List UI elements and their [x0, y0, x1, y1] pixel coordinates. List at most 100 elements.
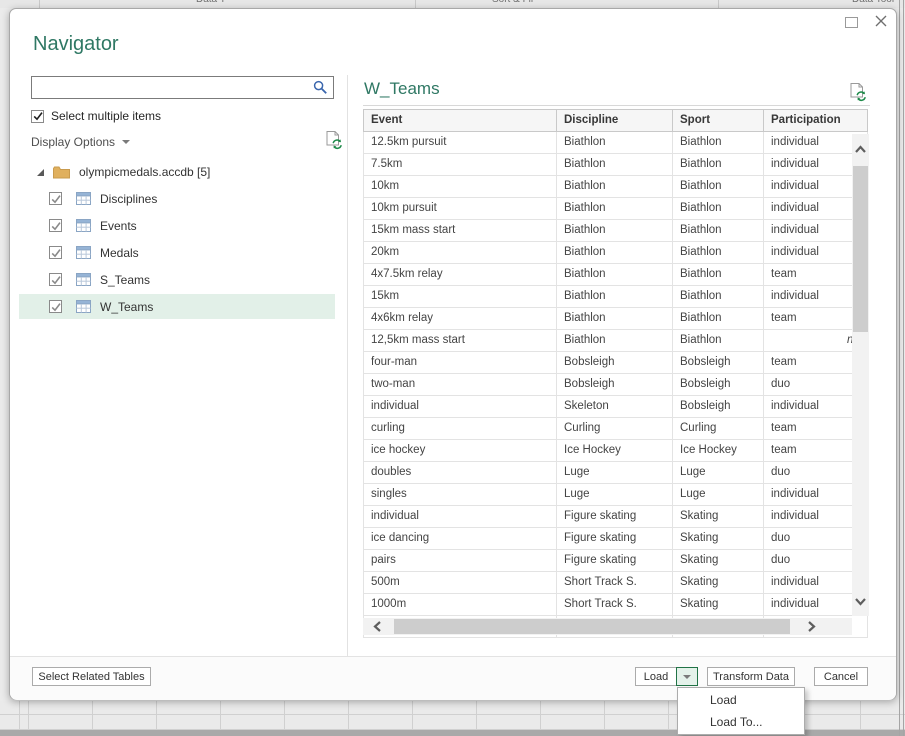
tree-item-checkbox[interactable] [49, 219, 62, 232]
tree-item-label: S_Teams [100, 273, 150, 287]
vertical-scroll-thumb[interactable] [853, 166, 868, 332]
search-input[interactable] [38, 78, 314, 99]
checkmark-icon [51, 275, 61, 285]
table-cell: Skeleton [557, 396, 673, 417]
maximize-icon [845, 17, 858, 28]
vertical-scrollbar[interactable] [852, 134, 869, 616]
table-cell: pairs [364, 550, 557, 571]
table-cell: 15km mass start [364, 220, 557, 241]
tree-item-checkbox[interactable] [49, 273, 62, 286]
search-box[interactable] [31, 76, 334, 99]
refresh-preview-button[interactable] [325, 130, 343, 155]
tree-item-events[interactable]: Events [19, 213, 335, 238]
table-cell: Ice Hockey [557, 440, 673, 461]
table-cell: individual [364, 506, 557, 527]
tree-list: Disciplines Events Medals S_Teams W_Teams [10, 186, 347, 326]
table-cell: Figure skating [557, 506, 673, 527]
expand-collapse-icon[interactable] [36, 168, 45, 177]
tree-item-medals[interactable]: Medals [19, 240, 335, 265]
table-cell: 12.5km pursuit [364, 132, 557, 153]
load-button[interactable]: Load [635, 667, 677, 686]
horizontal-scrollbar[interactable] [363, 618, 852, 635]
refresh-preview-button[interactable] [849, 82, 867, 107]
tree-item-label: Disciplines [100, 192, 157, 206]
table-cell: four-man [364, 352, 557, 373]
table-icon [76, 192, 91, 205]
table-cell: 4x7.5km relay [364, 264, 557, 285]
table-cell: 4x6km relay [364, 308, 557, 329]
table-cell: Figure skating [557, 550, 673, 571]
table-cell: Biathlon [557, 308, 673, 329]
table-row: 10kmBiathlonBiathlonindividual [364, 176, 868, 198]
table-cell: Ice Hockey [673, 440, 764, 461]
tree-item-disciplines[interactable]: Disciplines [19, 186, 335, 211]
horizontal-scroll-thumb[interactable] [394, 619, 790, 634]
table-row: ice dancingFigure skatingSkatingduo [364, 528, 868, 550]
ribbon-group-label: Sort & Fil [492, 0, 533, 5]
select-multiple-row[interactable]: Select multiple items [31, 109, 161, 123]
menu-item-load[interactable]: Load [678, 689, 804, 711]
folder-icon [53, 166, 70, 179]
checkmark-icon [51, 194, 61, 204]
table-row: 1000mShort Track S.Skatingindividual [364, 594, 868, 616]
table-row: 500mShort Track S.Skatingindividual [364, 572, 868, 594]
table-cell: Curling [673, 418, 764, 439]
table-cell: Bobsleigh [673, 352, 764, 373]
scroll-up-icon[interactable] [854, 141, 867, 159]
table-cell: Biathlon [557, 154, 673, 175]
transform-data-button[interactable]: Transform Data [707, 667, 795, 686]
screen: Data T Sort & Fil Data Tool Navigator [0, 0, 905, 736]
table-cell: individual [364, 396, 557, 417]
search-icon[interactable] [313, 80, 328, 100]
grid-header-row: EventDisciplineSportParticipation [363, 109, 868, 132]
table-row: two-manBobsleighBobsleighduo [364, 374, 868, 396]
chevron-down-icon [122, 140, 130, 144]
table-cell: Figure skating [557, 528, 673, 549]
table-row: 15kmBiathlonBiathlonindividual [364, 286, 868, 308]
tree-item-label: Medals [100, 246, 139, 260]
table-cell: Biathlon [673, 176, 764, 197]
table-row: 12,5km mass startBiathlonBiathlonnull [364, 330, 868, 352]
select-multiple-checkbox[interactable] [31, 110, 44, 123]
table-cell: Biathlon [557, 242, 673, 263]
table-row: pairsFigure skatingSkatingduo [364, 550, 868, 572]
table-row: 4x7.5km relayBiathlonBiathlonteam [364, 264, 868, 286]
table-cell: Biathlon [557, 132, 673, 153]
table-cell: 15km [364, 286, 557, 307]
table-cell: Biathlon [557, 198, 673, 219]
display-options-dropdown[interactable]: Display Options [31, 135, 130, 149]
table-row: 15km mass startBiathlonBiathlonindividua… [364, 220, 868, 242]
load-split-arrow-button[interactable] [676, 667, 698, 686]
close-button[interactable] [872, 12, 890, 30]
scroll-left-icon[interactable] [373, 620, 382, 638]
tree-root-database[interactable]: olympicmedals.accdb [5] [10, 161, 210, 183]
table-cell: 1000m [364, 594, 557, 615]
scroll-down-icon[interactable] [854, 593, 867, 611]
table-row: individualFigure skatingSkatingindividua… [364, 506, 868, 528]
table-icon [76, 300, 91, 313]
table-cell: Luge [557, 484, 673, 505]
tree-item-checkbox[interactable] [49, 192, 62, 205]
scroll-right-icon[interactable] [807, 620, 816, 638]
table-row: four-manBobsleighBobsleighteam [364, 352, 868, 374]
maximize-button[interactable] [843, 15, 859, 29]
table-cell: Biathlon [673, 220, 764, 241]
dialog-title: Navigator [33, 33, 119, 56]
table-cell: 7.5km [364, 154, 557, 175]
table-cell: Short Track S. [557, 572, 673, 593]
tree-item-w_teams[interactable]: W_Teams [19, 294, 335, 319]
select-related-tables-button[interactable]: Select Related Tables [32, 667, 151, 686]
tree-item-checkbox[interactable] [49, 300, 62, 313]
display-options-label: Display Options [31, 135, 115, 149]
tree-item-s_teams[interactable]: S_Teams [19, 267, 335, 292]
grid-body: 12.5km pursuitBiathlonBiathlonindividual… [363, 132, 868, 638]
table-icon [76, 273, 91, 286]
cancel-button[interactable]: Cancel [814, 667, 868, 686]
table-cell: 12,5km mass start [364, 330, 557, 351]
tree-item-checkbox[interactable] [49, 246, 62, 259]
table-cell: Biathlon [557, 286, 673, 307]
menu-item-load-to[interactable]: Load To... [678, 711, 804, 733]
button-label: Load [644, 671, 668, 683]
panel-divider [347, 75, 348, 657]
table-row: 7.5kmBiathlonBiathlonindividual [364, 154, 868, 176]
